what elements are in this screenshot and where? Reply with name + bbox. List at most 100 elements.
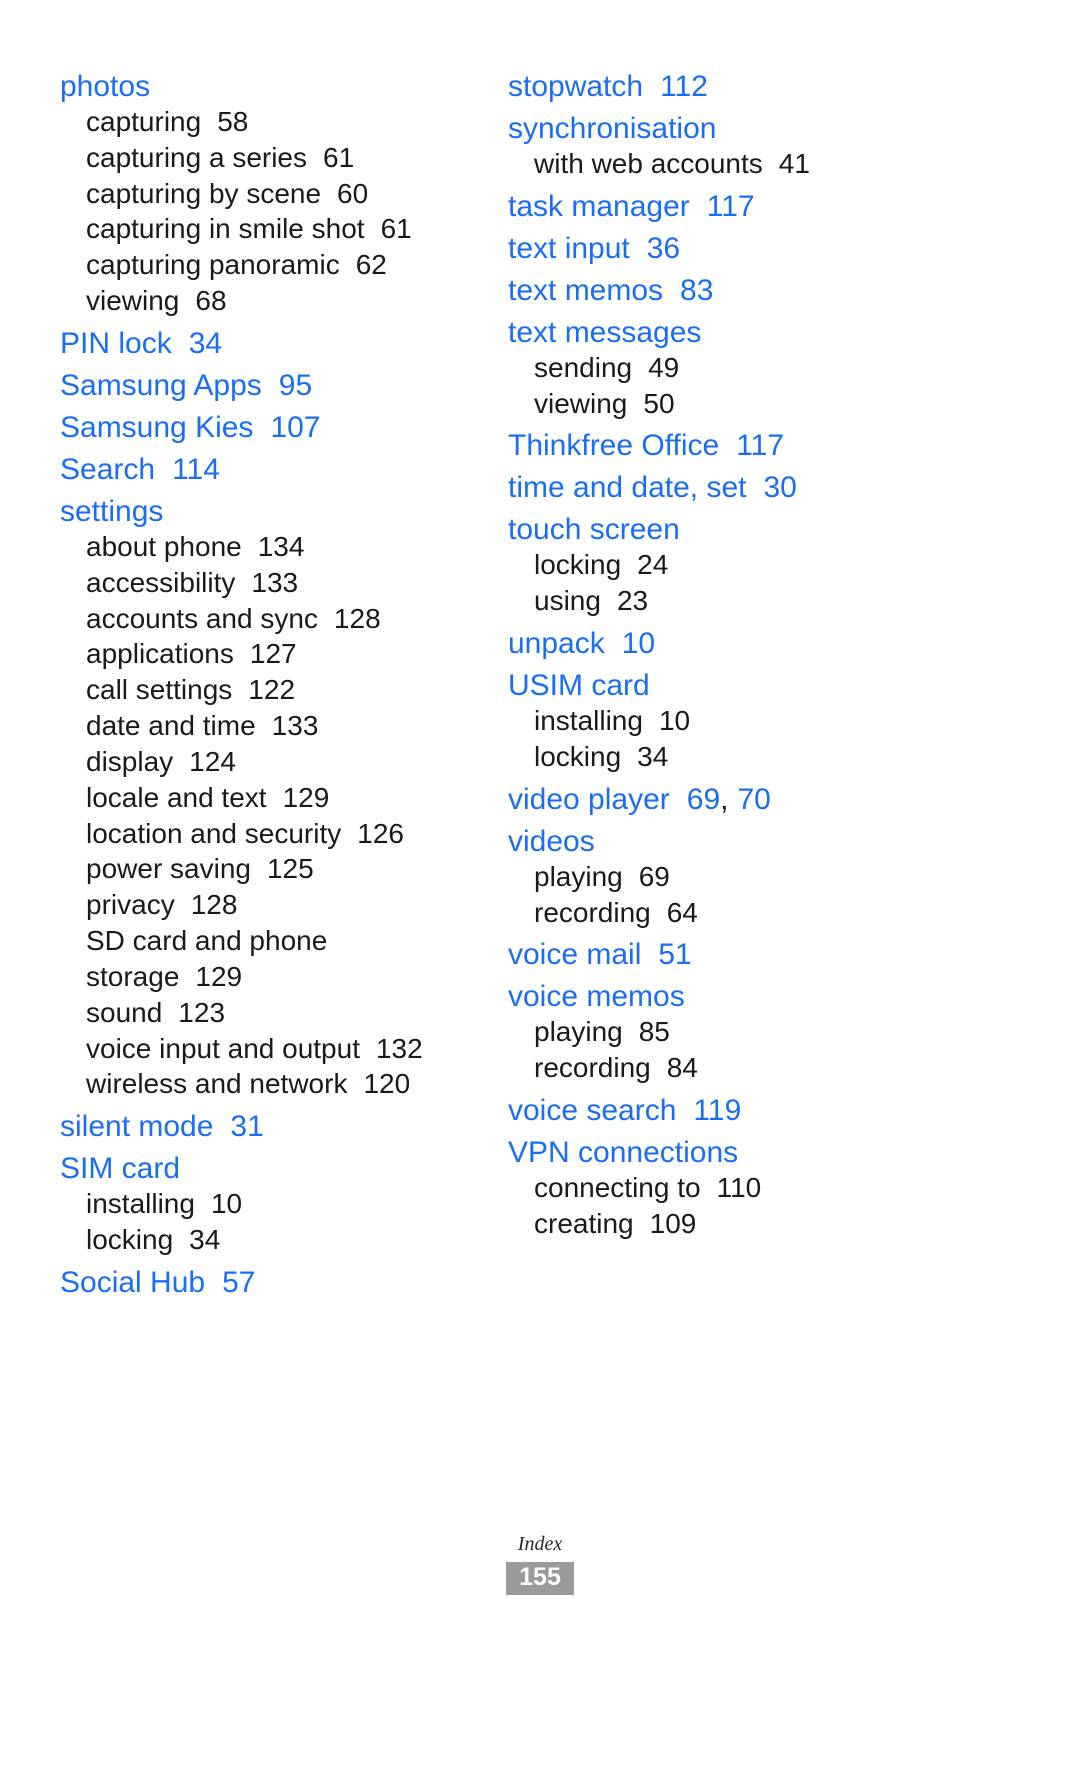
index-subentry[interactable]: locking 34 [86, 1222, 480, 1258]
index-entry[interactable]: Search 114 [60, 445, 480, 485]
index-subentry[interactable]: capturing in smile shot 61 [86, 211, 480, 247]
index-subentry[interactable]: creating 109 [534, 1206, 928, 1242]
index-entry[interactable]: PIN lock 34 [60, 319, 480, 359]
index-subentry-page: 133 [251, 566, 299, 598]
index-entry[interactable]: text input 36 [508, 224, 928, 264]
index-entry-term: text memos [508, 273, 664, 307]
index-subentry[interactable]: applications 127 [86, 636, 480, 672]
index-entry[interactable]: text memos 83 [508, 266, 928, 306]
index-subentry[interactable]: voice input and output 132 [86, 1031, 480, 1067]
index-subentry[interactable]: viewing 68 [86, 283, 480, 319]
index-subentry[interactable]: recording 64 [534, 895, 928, 931]
index-entry[interactable]: voice memos [508, 972, 928, 1012]
index-group: PIN lock 34 [60, 319, 480, 359]
index-subentry-page: 61 [380, 213, 412, 245]
index-subentry[interactable]: playing 85 [534, 1014, 928, 1050]
index-entry-term: silent mode [60, 1110, 214, 1144]
index-subentry-label: installing [86, 1188, 195, 1220]
index-entry[interactable]: settings [60, 487, 480, 527]
index-subentry-page: 10 [210, 1188, 243, 1220]
index-entry[interactable]: photos [60, 62, 480, 102]
index-subentry-page: 134 [257, 530, 305, 562]
index-entry-page: 107 [270, 410, 321, 444]
index-entry[interactable]: stopwatch 112 [508, 62, 928, 102]
index-subentry-label: capturing in smile shot [86, 213, 365, 245]
index-entry[interactable]: VPN connections [508, 1128, 928, 1168]
index-entry-term: touch screen [508, 513, 680, 547]
index-subentry[interactable]: locale and text 129 [86, 780, 480, 816]
index-subentry[interactable]: installing 10 [534, 703, 928, 739]
index-entry[interactable]: Social Hub 57 [60, 1258, 480, 1298]
index-subentry-page: 128 [333, 602, 381, 634]
index-entry-term: settings [60, 494, 164, 528]
index-subentry[interactable]: capturing a series 61 [86, 140, 480, 176]
index-subentry[interactable]: locking 34 [534, 739, 928, 775]
index-subentry[interactable]: viewing 50 [534, 386, 928, 422]
index-subentry[interactable]: accessibility 133 [86, 565, 480, 601]
index-entry[interactable]: Samsung Apps 95 [60, 361, 480, 401]
index-entry[interactable]: video player 69, 70 [508, 775, 928, 815]
index-entry-term: task manager [508, 189, 690, 223]
index-subentry[interactable]: locking 24 [534, 547, 928, 583]
index-subentry[interactable]: power saving 125 [86, 851, 480, 887]
index-entry[interactable]: SIM card [60, 1144, 480, 1184]
index-subentry[interactable]: with web accounts 41 [534, 146, 928, 182]
index-subentry[interactable]: capturing 58 [86, 104, 480, 140]
index-entry-term: VPN connections [508, 1136, 739, 1170]
index-subentry[interactable]: call settings 122 [86, 672, 480, 708]
index-entry[interactable]: silent mode 31 [60, 1102, 480, 1142]
index-entry[interactable]: Samsung Kies 107 [60, 403, 480, 443]
index-entry-page: 34 [188, 326, 223, 360]
index-entry[interactable]: videos [508, 817, 928, 857]
index-subentry-label: connecting to [534, 1172, 701, 1204]
index-subentry[interactable]: wireless and network 120 [86, 1066, 480, 1102]
index-subentry-page: 62 [355, 249, 387, 281]
index-entry[interactable]: task manager 117 [508, 182, 928, 222]
index-subentry[interactable]: about phone 134 [86, 529, 480, 565]
index-entry[interactable]: voice mail 51 [508, 930, 928, 970]
index-subentry[interactable]: capturing by scene 60 [86, 176, 480, 212]
index-subentry[interactable]: accounts and sync 128 [86, 601, 480, 637]
index-entry[interactable]: text messages [508, 308, 928, 348]
index-entry[interactable]: unpack 10 [508, 619, 928, 659]
index-subentry[interactable]: using 23 [534, 583, 928, 619]
index-entry-page: 117 [736, 429, 785, 463]
index-entry[interactable]: USIM card [508, 661, 928, 701]
index-subentry-page: 127 [249, 638, 297, 670]
index-subentry[interactable]: recording 84 [534, 1050, 928, 1086]
index-subentry-label: sound [86, 996, 163, 1028]
index-subentry[interactable]: location and security 126 [86, 816, 480, 852]
index-subentry-label: viewing [534, 387, 628, 419]
index-subentry-page: 129 [195, 960, 243, 992]
index-subentry[interactable]: sound 123 [86, 995, 480, 1031]
index-subentry[interactable]: privacy 128 [86, 887, 480, 923]
index-entry[interactable]: Thinkfree Office 117 [508, 421, 928, 461]
index-entry[interactable]: time and date, set 30 [508, 463, 928, 503]
index-subentry[interactable]: date and time 133 [86, 708, 480, 744]
index-subentry-page: 34 [189, 1224, 221, 1256]
index-entry-term: SIM card [60, 1152, 181, 1186]
index-group: unpack 10 [508, 619, 928, 659]
index-subentry[interactable]: connecting to 110 [534, 1170, 928, 1206]
index-subentry[interactable]: installing 10 [86, 1186, 480, 1222]
index-entry[interactable]: voice search 119 [508, 1086, 928, 1126]
index-entry-page: 36 [646, 231, 681, 265]
index-subentry-label: date and time [86, 710, 256, 742]
index-subentry[interactable]: SD card and phone storage 129 [86, 923, 386, 995]
index-subentry-page: 84 [666, 1052, 698, 1084]
index-subentry-page: 23 [616, 585, 649, 617]
index-group: stopwatch 112 [508, 62, 928, 102]
index-entry-page: 51 [658, 938, 692, 972]
index-subentry-label: locking [86, 1224, 174, 1256]
index-subentry-page: 34 [637, 740, 669, 772]
index-group: synchronisation with web accounts 41 [508, 104, 928, 182]
index-group: video player 69, 70 [508, 775, 928, 815]
index-subentry[interactable]: display 124 [86, 744, 480, 780]
index-subentry[interactable]: sending 49 [534, 350, 928, 386]
index-group: touch screen locking 24 using 23 [508, 505, 928, 619]
index-entry[interactable]: synchronisation [508, 104, 928, 144]
index-subentry-page: 133 [271, 710, 319, 742]
index-subentry[interactable]: playing 69 [534, 859, 928, 895]
index-subentry[interactable]: capturing panoramic 62 [86, 247, 480, 283]
index-entry[interactable]: touch screen [508, 505, 928, 545]
